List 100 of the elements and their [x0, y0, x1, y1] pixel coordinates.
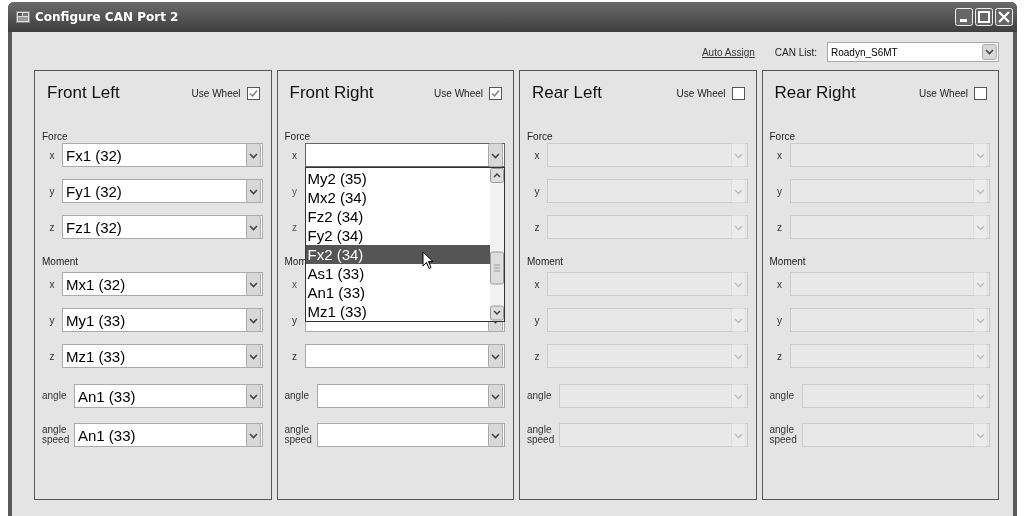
axis-label: z	[533, 221, 541, 233]
chevron-down-icon	[730, 423, 746, 447]
chevron-down-icon	[973, 215, 988, 239]
dropdown-item[interactable]: As1 (33)	[305, 264, 490, 283]
channel-dropdown[interactable]: Mz1 (33)	[62, 344, 263, 368]
panel-title: Front Left	[47, 83, 120, 103]
close-icon[interactable]	[995, 8, 1013, 26]
axis-label: x	[776, 149, 783, 161]
app-icon	[16, 11, 30, 23]
dropdown-item[interactable]: An1 (33)	[305, 283, 490, 302]
group-label: Moment	[769, 256, 806, 267]
chevron-down-icon	[730, 384, 746, 408]
chevron-down-icon[interactable]	[245, 215, 261, 239]
use-wheel-label: Use Wheel	[676, 87, 726, 99]
chevron-down-icon	[730, 215, 746, 239]
channel-dropdown[interactable]: An1 (33)	[74, 423, 263, 447]
cursor-icon	[421, 251, 434, 270]
chevron-down-icon	[730, 143, 746, 167]
channel-dropdown[interactable]: Mx1 (32)	[62, 272, 263, 296]
axis-label: angle	[769, 391, 795, 401]
channel-dropdown[interactable]: An1 (33)	[74, 384, 263, 408]
panel-title: Rear Left	[532, 83, 602, 103]
chevron-down-icon[interactable]	[488, 384, 503, 408]
channel-dropdown[interactable]: Fy1 (32)	[62, 179, 263, 203]
chevron-down-icon	[973, 272, 988, 296]
axis-label: x	[291, 278, 298, 290]
axis-label: y	[533, 314, 541, 326]
chevron-down-icon	[973, 308, 988, 332]
chevron-down-icon[interactable]	[245, 384, 261, 408]
dropdown-item[interactable]: My2 (35)	[305, 169, 490, 188]
axis-label: y	[533, 185, 541, 197]
axis-label: z	[776, 350, 783, 362]
channel-dropdown[interactable]: Fx1 (32)	[62, 143, 263, 167]
axis-label: z	[48, 221, 56, 233]
dropdown-item[interactable]: Fz2 (34)	[305, 207, 490, 226]
chevron-down-icon[interactable]	[982, 44, 997, 60]
use-wheel-checkbox[interactable]	[246, 86, 260, 100]
axis-label: angle	[42, 391, 68, 401]
group-label: Force	[769, 131, 796, 142]
chevron-down-icon[interactable]	[488, 344, 503, 368]
channel-dropdown[interactable]: My1 (33)	[62, 308, 263, 332]
chevron-down-icon[interactable]	[245, 179, 261, 203]
axis-label: x	[48, 278, 56, 290]
axis-label: angle speed	[769, 425, 798, 445]
can-list-label: CAN List:	[774, 46, 817, 58]
group-label: Moment	[527, 256, 564, 267]
axis-label: y	[48, 314, 56, 326]
axis-label: x	[776, 278, 783, 290]
dropdown-item[interactable]: Fx2 (34)	[305, 245, 490, 264]
chevron-down-icon	[973, 423, 988, 447]
chevron-down-icon[interactable]	[488, 423, 503, 447]
chevron-down-icon	[973, 179, 988, 203]
dropdown-item[interactable]: Mz1 (33)	[305, 302, 490, 321]
group-label: Force	[42, 131, 68, 142]
group-label: Force	[527, 131, 553, 142]
can-list-dropdown[interactable]: Roadyn_S6MT	[827, 42, 999, 62]
axis-label: x	[533, 149, 541, 161]
axis-label: z	[533, 350, 541, 362]
use-wheel-label: Use Wheel	[434, 87, 483, 99]
axis-label: angle speed	[42, 425, 71, 445]
chevron-down-icon	[730, 308, 746, 332]
channel-dropdown[interactable]: Fz1 (32)	[62, 215, 263, 239]
axis-label: y	[776, 185, 783, 197]
axis-label: angle	[527, 391, 553, 401]
chevron-down-icon[interactable]	[245, 143, 261, 167]
chevron-down-icon[interactable]	[488, 143, 503, 167]
axis-label: z	[291, 350, 298, 362]
chevron-down-icon	[973, 344, 988, 368]
panel-title: Front Right	[289, 83, 374, 103]
channel-dropdown[interactable]	[304, 143, 505, 167]
window-title: Configure CAN Port 2	[35, 10, 179, 24]
minimize-icon[interactable]	[955, 8, 973, 26]
group-label: Moment	[42, 256, 79, 267]
axis-label: y	[776, 314, 783, 326]
use-wheel-label: Use Wheel	[191, 87, 241, 99]
axis-label: angle speed	[527, 425, 556, 445]
axis-label: x	[533, 278, 541, 290]
chevron-down-icon[interactable]	[245, 308, 261, 332]
auto-assign-link[interactable]: Auto Assign	[701, 46, 755, 58]
panel-title: Rear Right	[774, 83, 856, 103]
axis-label: x	[48, 149, 56, 161]
chevron-down-icon[interactable]	[245, 272, 261, 296]
chevron-down-icon	[730, 344, 746, 368]
chevron-down-icon	[973, 384, 988, 408]
group-label: Force	[284, 131, 311, 142]
maximize-icon[interactable]	[975, 8, 993, 26]
chevron-down-icon	[973, 143, 988, 167]
chevron-down-icon	[730, 272, 746, 296]
chevron-down-icon[interactable]	[245, 344, 261, 368]
axis-label: z	[291, 221, 298, 233]
use-wheel-checkbox[interactable]	[489, 86, 502, 100]
dropdown-item[interactable]: Fy2 (34)	[305, 226, 490, 245]
chevron-down-icon[interactable]	[245, 423, 261, 447]
axis-label: angle speed	[284, 425, 313, 445]
axis-label: z	[48, 350, 56, 362]
axis-label: y	[291, 314, 298, 326]
chevron-down-icon	[730, 179, 746, 203]
scrollbar[interactable]	[490, 168, 504, 321]
dropdown-item[interactable]: Mx2 (34)	[305, 188, 490, 207]
use-wheel-label: Use Wheel	[919, 87, 968, 99]
